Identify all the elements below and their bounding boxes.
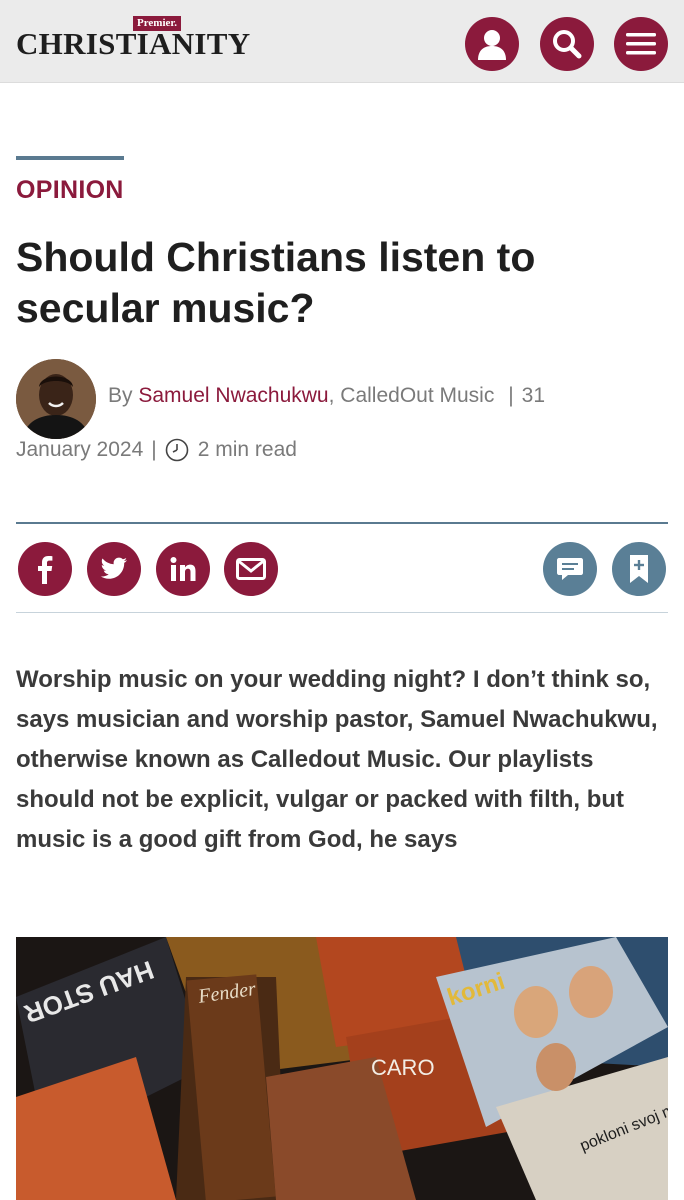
bookmark-icon	[630, 555, 648, 583]
publish-date-month-year: January 2024	[16, 438, 144, 461]
share-bar-bottom-rule	[16, 612, 668, 613]
share-facebook-button[interactable]	[18, 542, 72, 596]
site-header: Premier. CHRISTIANITY	[0, 0, 684, 83]
linkedin-icon	[170, 557, 196, 581]
hero-record-text-3: CARO	[371, 1055, 435, 1080]
site-logo[interactable]: Premier. CHRISTIANITY	[16, 16, 250, 68]
author-portrait	[16, 359, 96, 439]
logo-wordmark: CHRISTIANITY	[16, 26, 251, 61]
search-icon	[553, 30, 582, 59]
article-category[interactable]: OPINION	[16, 176, 124, 205]
comments-button[interactable]	[543, 542, 597, 596]
bookmark-button[interactable]	[612, 542, 666, 596]
menu-icon	[626, 33, 656, 55]
user-icon	[478, 30, 506, 60]
hero-illustration: HAU STOR Fender CARO korni pokloni svoj …	[16, 937, 668, 1200]
byline: By Samuel Nwachukwu, CalledOut Music | 31	[108, 384, 545, 408]
author-organisation: , CalledOut Music	[328, 384, 495, 407]
publish-date-day: 31	[521, 384, 546, 407]
menu-button[interactable]	[614, 17, 668, 71]
account-button[interactable]	[465, 17, 519, 71]
email-icon	[236, 558, 266, 580]
read-time: 2 min read	[197, 438, 297, 461]
meta-separator: |	[151, 438, 157, 461]
article-title: Should Christians listen to secular musi…	[16, 234, 536, 331]
author-link[interactable]: Samuel Nwachukwu	[138, 384, 328, 407]
byline-separator: |	[508, 384, 514, 407]
share-linkedin-button[interactable]	[156, 542, 210, 596]
byline-prefix: By	[108, 384, 133, 407]
search-button[interactable]	[540, 17, 594, 71]
author-avatar[interactable]	[16, 359, 96, 439]
share-bar-top-rule	[16, 522, 668, 524]
article-standfirst: Worship music on your wedding night? I d…	[16, 666, 658, 853]
twitter-icon	[100, 557, 127, 579]
article-hero-image: HAU STOR Fender CARO korni pokloni svoj …	[16, 937, 668, 1200]
byline-meta: January 2024 | 2 min read	[16, 438, 297, 462]
comment-icon	[557, 558, 583, 580]
category-rule	[16, 156, 124, 160]
facebook-icon	[38, 556, 53, 584]
share-email-button[interactable]	[224, 542, 278, 596]
share-twitter-button[interactable]	[87, 542, 141, 596]
clock-icon	[165, 438, 189, 462]
